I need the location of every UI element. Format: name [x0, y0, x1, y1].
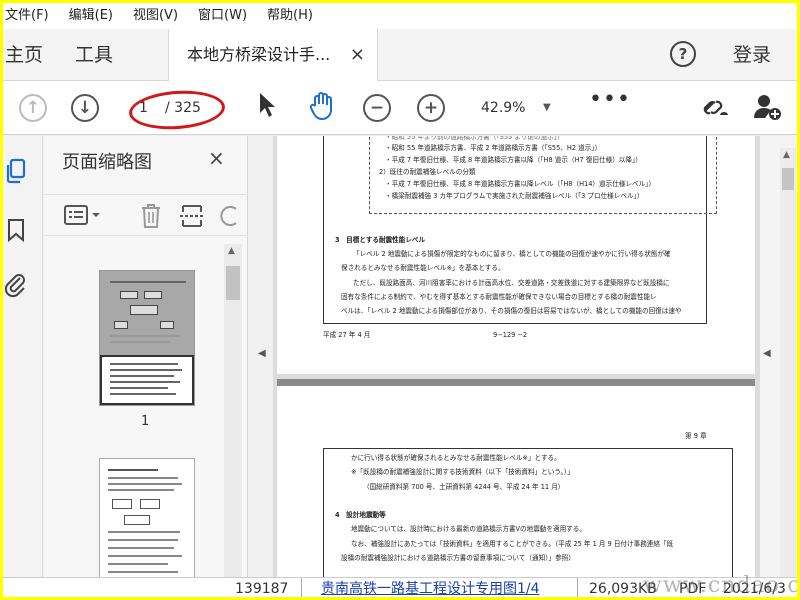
- page-thumbnails-icon[interactable]: [5, 158, 27, 189]
- menu-help[interactable]: 帮助(H): [257, 3, 323, 29]
- box-line: ・昭和 55 年道路橋示方書、平成 2 年道路橋示方書（「S55、H2 道示」）: [385, 144, 602, 152]
- thumbnail-page-2[interactable]: [99, 458, 195, 588]
- options-menu-icon[interactable]: [64, 204, 102, 231]
- extract-page-icon[interactable]: [180, 203, 204, 234]
- document-page: 第 9 章 かに行い得る状態が確保されるとみなせる耐震性能レベル※」とする。 ※…: [277, 386, 755, 597]
- menu-view[interactable]: 视图(V): [123, 3, 188, 29]
- close-tab-icon[interactable]: ×: [350, 29, 365, 81]
- help-icon[interactable]: ?: [670, 41, 696, 67]
- section-heading: 4 設計地震動等: [335, 511, 386, 519]
- chapter-label: 第 9 章: [685, 432, 707, 440]
- menu-edit[interactable]: 编辑(E): [59, 3, 123, 29]
- scroll-thumb[interactable]: [782, 168, 794, 190]
- box-line: 2）既往の耐震補強レベルの分類: [379, 168, 476, 176]
- hand-icon[interactable]: [307, 91, 337, 127]
- tab-document[interactable]: 本地方桥梁设计手... ×: [168, 29, 378, 82]
- watermark-text: www.cndao.com: [643, 573, 797, 597]
- scroll-track[interactable]: [780, 148, 796, 594]
- page-footer-date: 平成 27 年 4 月: [323, 331, 371, 339]
- document-view[interactable]: ・昭和 55 年より前の道路橋示方書（「S55 より前の道示」） ・昭和 55 …: [273, 136, 759, 597]
- scroll-up-icon[interactable]: ▲: [783, 150, 790, 160]
- document-page: ・昭和 55 年より前の道路橋示方書（「S55 より前の道示」） ・昭和 55 …: [277, 136, 755, 374]
- scroll-thumb[interactable]: [226, 266, 240, 300]
- tab-document-title: 本地方桥梁设计手...: [187, 45, 331, 64]
- arrow-down-icon[interactable]: ↓: [71, 94, 99, 122]
- tab-bar: 主页 工具 本地方桥梁设计手... × ? 登录: [3, 29, 797, 82]
- document-scrollbar[interactable]: ◀ ▲: [759, 136, 797, 597]
- body-line: ※「既設橋の耐震補強設計に関する技術資料（以下「技術資料」という。）」: [351, 468, 574, 476]
- collapse-left-icon[interactable]: ◀: [258, 348, 266, 359]
- thumbnail-page-1[interactable]: [99, 270, 195, 406]
- menu-window[interactable]: 窗口(W): [188, 3, 257, 29]
- menu-bar: 文件(F) 编辑(E) 视图(V) 窗口(W) 帮助(H): [3, 3, 797, 29]
- tab-home[interactable]: 主页: [3, 29, 43, 81]
- section-heading: 3 目標とする耐震性能レベル: [335, 236, 426, 244]
- more-icon[interactable]: •••: [589, 87, 631, 112]
- file-number: 139187: [235, 581, 289, 597]
- chevron-down-icon[interactable]: ▼: [543, 81, 551, 135]
- expand-right-panel-icon[interactable]: ◀: [763, 348, 771, 359]
- add-user-icon[interactable]: [753, 92, 783, 128]
- thumbnail-scrollbar[interactable]: ▲: [224, 244, 242, 592]
- page-footer-number: 9−129 −2: [493, 331, 528, 339]
- page-break: [277, 379, 755, 386]
- share-link-icon[interactable]: [701, 93, 731, 127]
- pointer-icon[interactable]: [257, 91, 277, 125]
- box-line: ・平成 7 年復旧仕様、平成 8 年道路橋示方書以降レベル（「H8（H14）道示…: [385, 180, 656, 188]
- rotate-page-icon[interactable]: [220, 203, 240, 234]
- attachment-icon[interactable]: [4, 272, 27, 303]
- body-line: （国総研資料第 700 号、土研資料第 4244 号、平成 24 年 11 月）: [363, 483, 565, 491]
- panel-splitter[interactable]: ◀: [249, 136, 273, 597]
- zoom-out-icon[interactable]: −: [363, 94, 391, 122]
- delete-page-icon[interactable]: [140, 203, 162, 234]
- menu-file[interactable]: 文件(F): [3, 3, 59, 29]
- body-line: 設橋の耐震補強設計における道路橋示方書の留意事項について（通知）」参照）: [341, 554, 575, 562]
- arrow-up-icon[interactable]: ↑: [19, 94, 47, 122]
- toolbar: ↑ ↓ 1 / 325 − + 42.9% ▼ •••: [3, 81, 797, 135]
- panel-title: 页面缩略图: [62, 152, 152, 173]
- box-line: ・橋梁耐震補強 3 カ年プログラムで実施された耐震補強レベル（「3 プロ仕様レベ…: [385, 192, 644, 200]
- zoom-in-icon[interactable]: +: [417, 94, 445, 122]
- body-line: 「レベル 2 地震動による損傷が限定的なものに留まり、橋としての機能の回復が速や…: [353, 250, 671, 258]
- file-link[interactable]: 贵南高铁一路基工程设计专用图1/4: [321, 578, 540, 597]
- login-button[interactable]: 登录: [733, 29, 771, 81]
- page-thumbnails-panel: 页面缩略图 × ▲ 1: [44, 136, 248, 597]
- bookmark-icon[interactable]: [7, 218, 25, 247]
- zoom-level[interactable]: 42.9%: [481, 81, 525, 135]
- body-line: ベルは、「レベル 2 地震動による損傷部位があり、その損傷の復旧は容易ではないが…: [341, 307, 682, 315]
- left-rail: [3, 136, 43, 597]
- thumbnail-tools: [44, 194, 248, 236]
- body-line: 地震動については、設計時における最新の道路橋示方書Ⅴの地震動を適用する。: [351, 525, 586, 533]
- body-line: ただし、既設路面高、河川阻害率における計画高水位、交差道路・交差鉄道に対する建築…: [353, 279, 670, 287]
- box-line: ・平成 7 年復旧仕様、平成 8 年道路橋示方書以降（「H8 道示（H7 復旧仕…: [385, 156, 642, 164]
- close-panel-icon[interactable]: ×: [208, 146, 225, 170]
- thumbnail-label: 1: [141, 414, 150, 429]
- app-window: 文件(F) 编辑(E) 视图(V) 窗口(W) 帮助(H) 主页 工具 本地方桥…: [3, 3, 797, 597]
- body-line: なお、補強設計にあたっては「技術資料」を適用することができる。（平成 25 年 …: [351, 540, 674, 548]
- body-line: 保されるとみなせる耐震性能レベル※」を基本とする。: [341, 264, 505, 272]
- tab-tools[interactable]: 工具: [75, 29, 113, 81]
- scroll-up-icon[interactable]: ▲: [228, 246, 235, 256]
- body-line: 固有な条件による制約で、やむを得ず基本とする耐震性能が確保できない場合の目標とす…: [341, 293, 657, 301]
- body-line: かに行い得る状態が確保されるとみなせる耐震性能レベル※」とする。: [351, 454, 561, 462]
